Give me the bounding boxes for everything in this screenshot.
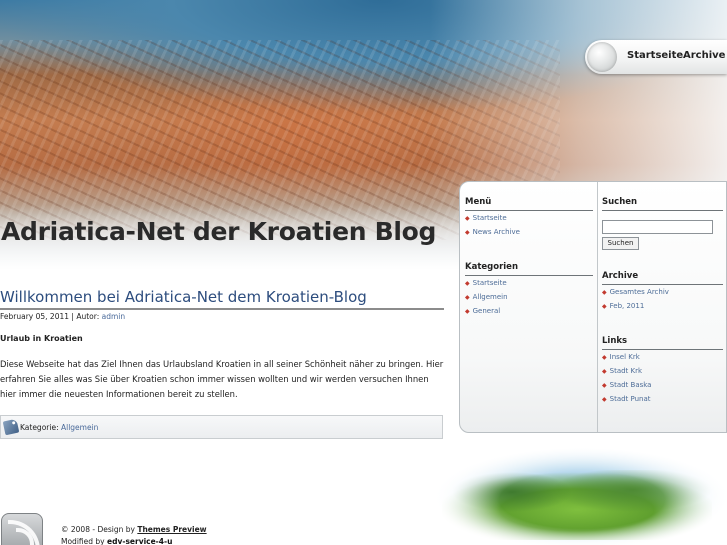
archive-item-label: Gesamtes Archiv <box>609 288 669 296</box>
archive-item-label: Feb, 2011 <box>609 302 645 310</box>
link-item-label: Stadt Baska <box>609 381 652 389</box>
nav-orb-icon <box>587 42 617 72</box>
nav-archive-link[interactable]: Archive <box>683 50 725 61</box>
post-body: Diese Webseite hat das Ziel Ihnen das Ur… <box>0 359 444 399</box>
footer-modifier: edv-service-4-u <box>106 537 173 545</box>
category-item-allgemein[interactable]: ◆ Allgemein <box>465 293 508 301</box>
footer-designer-link[interactable]: Themes Preview <box>137 525 206 534</box>
bullet-icon: ◆ <box>602 289 607 296</box>
bullet-icon: ◆ <box>602 396 607 403</box>
link-item-label: Insel Krk <box>609 353 640 361</box>
post-category-label: Kategorie: <box>20 423 59 432</box>
bullet-icon: ◆ <box>465 294 470 301</box>
footer-modified: Modified by edv-service-4-u <box>61 537 172 545</box>
archive-heading: Archive <box>602 271 723 285</box>
archive-item-feb-2011[interactable]: ◆ Feb, 2011 <box>602 302 644 310</box>
search-heading: Suchen <box>602 197 723 211</box>
rss-feed-icon[interactable] <box>1 513 43 545</box>
category-item-label: General <box>472 307 501 315</box>
bullet-icon: ◆ <box>465 280 470 287</box>
landscape-fade <box>432 442 727 545</box>
post-category-bar: Kategorie: Allgemein <box>0 415 443 439</box>
menu-item-news-archive[interactable]: ◆ News Archive <box>465 228 520 236</box>
link-item-stadt-baska[interactable]: ◆ Stadt Baska <box>602 381 651 389</box>
footer-copyright-text: © 2008 - Design by <box>61 525 135 534</box>
bullet-icon: ◆ <box>602 368 607 375</box>
category-item-startseite[interactable]: ◆ Startseite <box>465 279 507 287</box>
bullet-icon: ◆ <box>465 215 470 222</box>
bullet-icon: ◆ <box>602 303 607 310</box>
link-item-label: Stadt Punat <box>609 395 651 403</box>
footer-copyright: © 2008 - Design by Themes Preview <box>61 525 207 534</box>
category-item-label: Allgemein <box>472 293 508 301</box>
link-item-label: Stadt Krk <box>609 367 643 375</box>
link-item-stadt-krk[interactable]: ◆ Stadt Krk <box>602 367 642 375</box>
post-subheading: Urlaub in Kroatien <box>0 334 83 343</box>
post-author-link[interactable]: admin <box>102 312 126 321</box>
menu-item-startseite[interactable]: ◆ Startseite <box>465 214 507 222</box>
link-item-insel-krk[interactable]: ◆ Insel Krk <box>602 353 640 361</box>
bullet-icon: ◆ <box>602 354 607 361</box>
category-item-general[interactable]: ◆ General <box>465 307 500 315</box>
sidebar-divider <box>597 182 598 432</box>
tag-icon <box>2 418 20 436</box>
nav-startseite-link[interactable]: Startseite <box>627 50 683 61</box>
menu-heading: Menü <box>465 197 593 211</box>
post-category-link[interactable]: Allgemein <box>61 423 98 432</box>
landscape-image <box>432 442 727 545</box>
post-author-prefix: | Autor: <box>71 312 100 321</box>
top-navigation: Startseite Archive <box>585 40 727 74</box>
post-meta: February 05, 2011 | Autor: admin <box>0 312 444 321</box>
search-input[interactable] <box>602 220 713 234</box>
category-item-label: Startseite <box>472 279 507 287</box>
menu-item-label: Startseite <box>472 214 507 222</box>
bullet-icon: ◆ <box>602 382 607 389</box>
archive-item-all[interactable]: ◆ Gesamtes Archiv <box>602 288 669 296</box>
post-category: Kategorie: Allgemein <box>20 423 98 432</box>
menu-item-label: News Archive <box>472 228 520 236</box>
search-button[interactable]: Suchen <box>602 237 639 250</box>
link-item-stadt-punat[interactable]: ◆ Stadt Punat <box>602 395 651 403</box>
sidebar-panel: Menü ◆ Startseite ◆ News Archive Kategorie… <box>459 181 727 433</box>
site-title[interactable]: Adriatica-Net der Kroatien Blog <box>1 217 436 246</box>
footer-modified-prefix: Modified by <box>61 537 105 545</box>
blog-post: Willkommen bei Adriatica-Net dem Kroatie… <box>0 288 444 439</box>
post-title[interactable]: Willkommen bei Adriatica-Net dem Kroatie… <box>0 288 444 310</box>
categories-heading: Kategorien <box>465 262 593 276</box>
bullet-icon: ◆ <box>465 229 470 236</box>
links-heading: Links <box>602 336 723 350</box>
bullet-icon: ◆ <box>465 308 470 315</box>
post-date: February 05, 2011 <box>0 312 70 321</box>
